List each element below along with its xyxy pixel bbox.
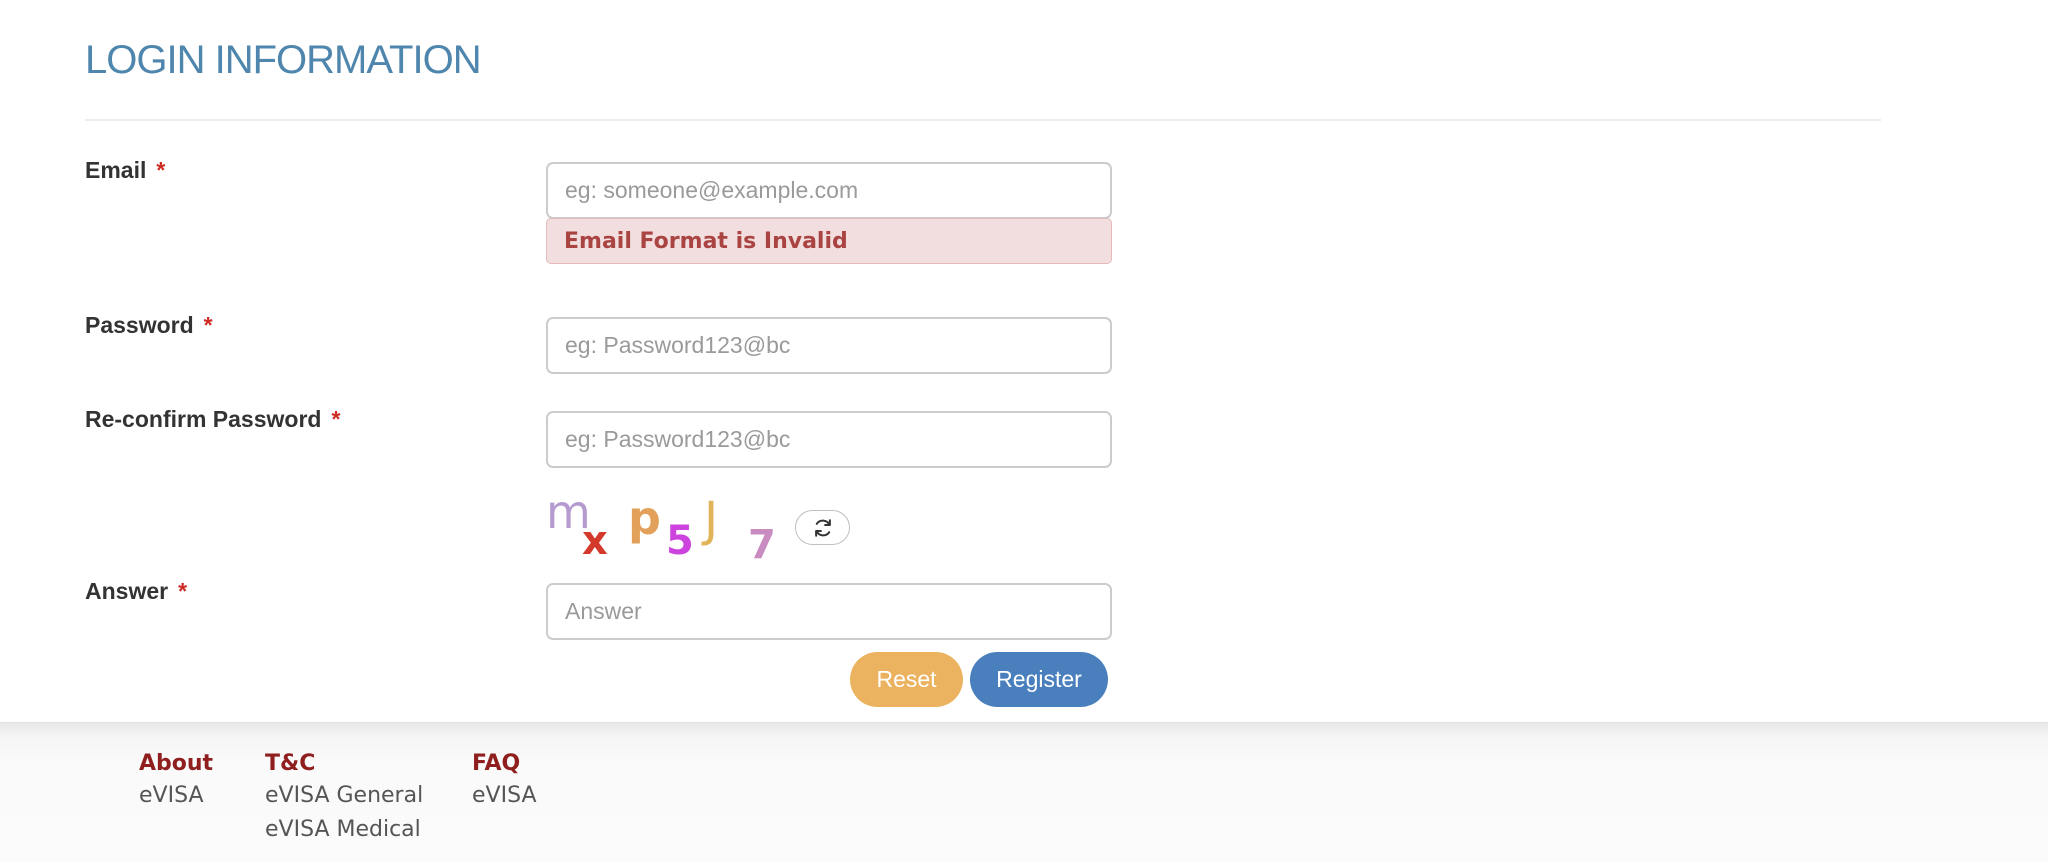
email-error-message: Email Format is Invalid (546, 218, 1112, 264)
answer-input[interactable] (546, 583, 1112, 640)
answer-label-text: Answer (85, 578, 169, 604)
footer-link[interactable]: eVISA (139, 779, 213, 813)
footer-column-tc: T&C eVISA General eVISA Medical (265, 749, 423, 847)
password-input[interactable] (546, 317, 1112, 374)
footer-link[interactable]: eVISA (472, 779, 537, 813)
email-label: Email * (85, 157, 165, 184)
footer-heading: About (139, 751, 214, 776)
section-divider (85, 119, 1881, 121)
captcha-refresh-button[interactable] (795, 510, 850, 545)
reconfirm-password-label: Re-confirm Password * (85, 406, 340, 433)
register-button[interactable]: Register (970, 652, 1108, 707)
required-marker: * (203, 312, 213, 338)
footer-heading: T&C (265, 751, 316, 776)
password-label: Password * (85, 312, 213, 339)
answer-label: Answer * (85, 578, 187, 605)
captcha-image: m x p 5 J 7 (546, 494, 776, 560)
footer: About eVISA T&C eVISA General eVISA Medi… (0, 722, 2048, 862)
required-marker: * (331, 406, 341, 432)
password-label-text: Password (85, 312, 194, 338)
footer-link[interactable]: eVISA General (265, 779, 423, 813)
reset-button[interactable]: Reset (850, 652, 963, 707)
svg-text:x: x (582, 518, 608, 560)
footer-heading: FAQ (472, 751, 521, 776)
footer-link[interactable]: eVISA Medical (265, 813, 423, 847)
svg-text:p: p (628, 494, 661, 545)
reconfirm-password-input[interactable] (546, 411, 1112, 468)
svg-text:5: 5 (666, 518, 694, 560)
reconfirm-password-label-text: Re-confirm Password (85, 406, 322, 432)
footer-column-about: About eVISA (139, 749, 213, 813)
section-title: LOGIN INFORMATION (85, 38, 482, 82)
required-marker: * (156, 157, 166, 183)
footer-column-faq: FAQ eVISA (472, 749, 537, 813)
refresh-icon (814, 518, 831, 537)
email-label-text: Email (85, 157, 147, 183)
email-input[interactable] (546, 162, 1112, 219)
required-marker: * (178, 578, 188, 604)
svg-text:J: J (701, 494, 718, 548)
svg-text:7: 7 (748, 522, 776, 560)
